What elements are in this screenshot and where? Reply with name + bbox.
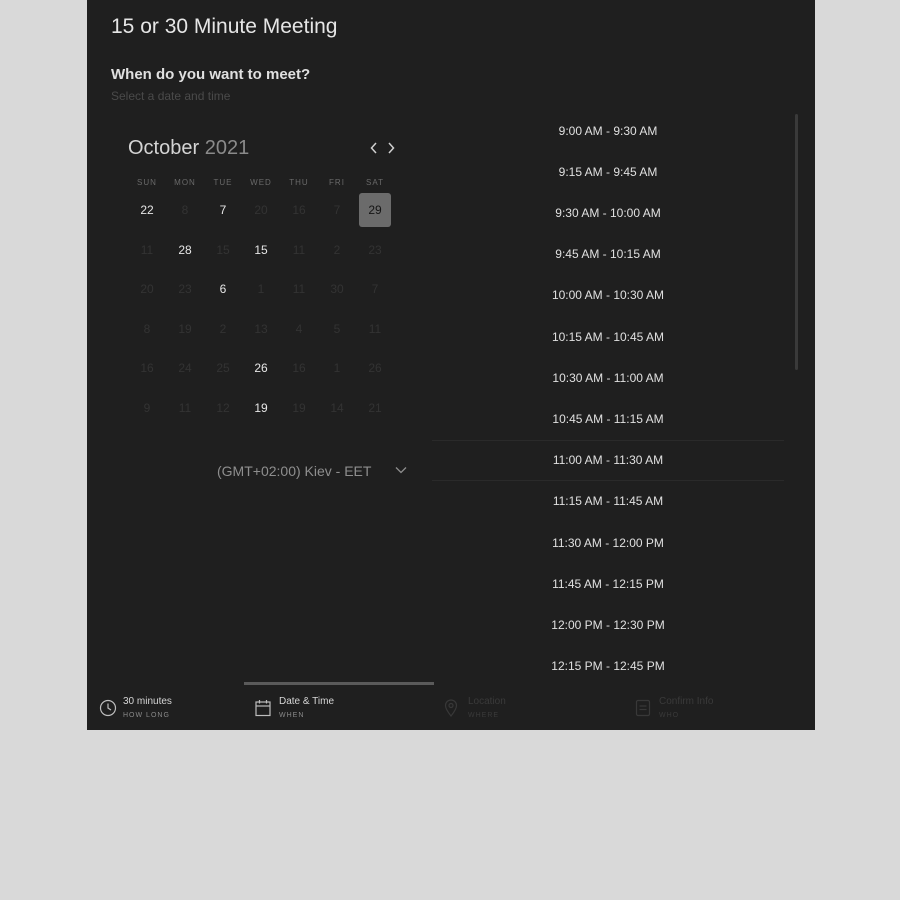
time-slot-scrollbar[interactable]	[795, 114, 798, 370]
time-slot-list: 9:00 AM - 9:30 AM 9:15 AM - 9:45 AM 9:30 A…	[432, 110, 784, 685]
next-month-button[interactable]	[383, 137, 399, 159]
calendar-day-unavailable: 12	[216, 401, 230, 415]
time-slot-button[interactable]: 11:45 AM - 12:15 PM	[432, 563, 784, 604]
weekday-label: THU	[289, 178, 309, 187]
calendar-day-unavailable: 24	[178, 361, 192, 376]
calendar-day-unavailable: 16	[292, 203, 306, 217]
chevron-down-icon	[395, 467, 407, 474]
step-caption: WHEN	[279, 712, 305, 719]
calendar-day-unavailable: 23	[178, 282, 192, 297]
step-label: Confirm Info	[659, 696, 714, 707]
calendar-day-available[interactable]: 7	[207, 193, 239, 227]
calendar-day-unavailable: 25	[216, 361, 230, 376]
calendar-day-unavailable: 11	[140, 242, 154, 257]
calendar-day-unavailable: 2	[219, 321, 227, 336]
time-slot-button[interactable]: 11:15 AM - 11:45 AM	[432, 481, 784, 522]
calendar-day-unavailable: 14	[330, 401, 344, 415]
time-slot-button[interactable]: 9:45 AM - 10:15 AM	[432, 234, 784, 275]
calendar-day-available[interactable]: 6	[207, 272, 239, 306]
previous-month-button[interactable]	[366, 137, 382, 159]
weekday-label: SUN	[137, 178, 157, 187]
calendar-weekday-header: SUN MON TUE WED THU FRI SAT	[128, 178, 394, 192]
calendar-day-unavailable: 13	[254, 321, 268, 336]
location-pin-icon	[444, 699, 458, 717]
calendar-day-unavailable: 20	[254, 203, 268, 217]
calendar-icon	[255, 700, 271, 717]
calendar-day-unavailable: 16	[140, 361, 154, 376]
calendar-day-unavailable: 1	[257, 282, 265, 297]
meeting-title: 15 or 30 Minute Meeting	[111, 15, 338, 38]
meeting-question: When do you want to meet?	[111, 66, 311, 83]
time-slot-button[interactable]: 9:00 AM - 9:30 AM	[432, 110, 784, 151]
calendar-day-unavailable: 30	[330, 282, 344, 297]
step-label: 30 minutes	[123, 696, 172, 707]
calendar-day-unavailable: 5	[333, 321, 341, 336]
calendar-day-unavailable: 1	[333, 361, 341, 376]
active-step-indicator	[244, 682, 434, 685]
calendar-day-unavailable: 23	[368, 242, 382, 257]
chevron-right-icon	[388, 142, 395, 154]
step-label: Location	[468, 696, 506, 707]
calendar-day-unavailable: 8	[143, 321, 151, 336]
time-slot-button[interactable]: 11:00 AM - 11:30 AM	[432, 439, 784, 481]
chevron-left-icon	[370, 142, 377, 154]
calendar-day-grid: 22 8 7 20 16 7 29 11 28 15 15 11 2 23 20 23 6 1 11 30 7 8 19 2 1…	[128, 193, 394, 433]
time-slot-button[interactable]: 10:15 AM - 10:45 AM	[432, 316, 784, 357]
calendar-day-unavailable: 16	[292, 361, 306, 376]
clock-icon	[99, 699, 117, 717]
time-slot-button[interactable]: 11:30 AM - 12:00 PM	[432, 522, 784, 563]
weekday-label: TUE	[213, 178, 233, 187]
time-slot-button[interactable]: 9:15 AM - 9:45 AM	[432, 151, 784, 192]
weekday-label: FRI	[329, 178, 345, 187]
step-progress-bar: 30 minutes HOW LONG Date & Time WHEN Loc…	[87, 682, 815, 730]
calendar-day-available[interactable]: 22	[131, 193, 163, 227]
meeting-subtitle: Select a date and time	[111, 89, 231, 103]
confirm-info-icon	[635, 699, 651, 717]
calendar-day-unavailable: 19	[292, 401, 306, 415]
calendar-day-unavailable: 20	[140, 282, 154, 297]
calendar-day-available[interactable]: 15	[245, 233, 277, 267]
weekday-label: MON	[174, 178, 196, 187]
calendar-day-unavailable: 7	[333, 203, 341, 217]
time-slot-button[interactable]: 10:00 AM - 10:30 AM	[432, 275, 784, 316]
time-slot-button[interactable]: 12:15 PM - 12:45 PM	[432, 646, 784, 685]
calendar-day-available[interactable]: 19	[245, 391, 277, 425]
timezone-select[interactable]: (GMT+02:00) Kiev - EET	[217, 462, 407, 482]
calendar-month-label: October 2021	[128, 137, 249, 160]
calendar-day-unavailable: 19	[178, 321, 192, 336]
calendar-day-unavailable: 11	[292, 242, 306, 257]
calendar-day-unavailable: 11	[292, 282, 306, 297]
calendar-day-unavailable: 2	[333, 242, 341, 257]
calendar-day-unavailable: 11	[178, 401, 192, 415]
step-label: Date & Time	[279, 696, 335, 707]
scheduler-panel: 15 or 30 Minute Meeting When do you want…	[87, 0, 815, 730]
step-caption: WHO	[659, 712, 680, 719]
calendar-day-available[interactable]: 26	[245, 351, 277, 385]
calendar-day-unavailable: 7	[371, 282, 379, 297]
time-slot-button[interactable]: 12:00 PM - 12:30 PM	[432, 604, 784, 645]
weekday-label: SAT	[366, 178, 384, 187]
calendar-day-unavailable: 9	[143, 401, 151, 415]
calendar-day-unavailable: 26	[368, 361, 382, 376]
calendar-day-available[interactable]: 28	[169, 233, 201, 267]
calendar-month: October	[128, 137, 200, 159]
calendar-day-unavailable: 11	[368, 321, 382, 336]
time-slot-button[interactable]: 10:30 AM - 11:00 AM	[432, 357, 784, 398]
time-slot-button[interactable]: 9:30 AM - 10:00 AM	[432, 192, 784, 233]
step-caption: HOW LONG	[123, 712, 170, 719]
calendar-day-unavailable: 15	[216, 242, 230, 257]
timezone-label: (GMT+02:00) Kiev - EET	[217, 463, 372, 479]
calendar-day-unavailable: 21	[368, 401, 382, 415]
time-slot-button[interactable]: 10:45 AM - 11:15 AM	[432, 398, 784, 439]
weekday-label: WED	[250, 178, 272, 187]
calendar-day-unavailable: 8	[181, 203, 189, 217]
calendar-day-selected[interactable]: 29	[359, 193, 391, 227]
step-caption: WHERE	[468, 712, 500, 719]
calendar-day-unavailable: 4	[295, 321, 303, 336]
calendar-year: 2021	[204, 137, 250, 159]
